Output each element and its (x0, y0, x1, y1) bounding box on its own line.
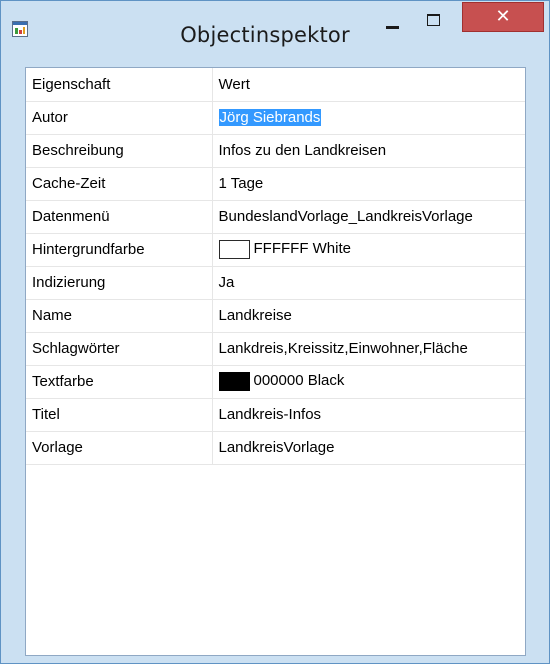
color-swatch-black[interactable] (218, 372, 250, 391)
property-value-field[interactable]: 000000 Black (212, 365, 525, 399)
property-name: Titel (26, 398, 213, 432)
property-value[interactable]: BundeslandVorlage_LandkreisVorlage (212, 200, 525, 234)
property-value[interactable]: Landkreis-Infos (212, 398, 525, 432)
selected-value-text[interactable]: Jörg Siebrands (218, 109, 322, 126)
property-value[interactable]: Landkreise (212, 299, 525, 333)
property-name: Cache-Zeit (26, 167, 213, 201)
minimize-button[interactable] (379, 9, 407, 37)
color-swatch-white[interactable] (218, 240, 250, 259)
property-row-datenmenue[interactable]: Datenmenü BundeslandVorlage_LandkreisVor… (26, 200, 525, 234)
property-row-schlagwoerter[interactable]: Schlagwörter Lankdreis,Kreissitz,Einwohn… (26, 332, 525, 366)
minimize-icon (386, 26, 399, 29)
property-grid: Eigenschaft Wert Autor Jörg Siebrands Be… (26, 68, 525, 465)
value-column-header: Wert (212, 68, 525, 102)
maximize-button[interactable] (421, 9, 449, 37)
property-name: Schlagwörter (26, 332, 213, 366)
property-row-titel[interactable]: Titel Landkreis-Infos (26, 398, 525, 432)
objectinspector-window: Objectinspektor ✕ Eigenschaft Wert Autor… (0, 0, 550, 664)
window-title-text: Objectinspektor (180, 23, 350, 47)
grid-header-row: Eigenschaft Wert (26, 68, 525, 102)
color-value-text: FFFFFF White (253, 240, 352, 257)
property-name: Vorlage (26, 431, 213, 465)
property-column-header: Eigenschaft (26, 68, 213, 102)
maximize-icon (427, 14, 440, 26)
property-name: Name (26, 299, 213, 333)
property-name: Indizierung (26, 266, 213, 300)
property-value-field[interactable]: FFFFFF White (212, 233, 525, 267)
property-value-field[interactable]: Jörg Siebrands (212, 101, 525, 135)
property-value[interactable]: Lankdreis,Kreissitz,Einwohner,Fläche (212, 332, 525, 366)
property-value[interactable]: Ja (212, 266, 525, 300)
property-grid-panel: Eigenschaft Wert Autor Jörg Siebrands Be… (25, 67, 526, 656)
property-value[interactable]: LandkreisVorlage (212, 431, 525, 465)
property-row-vorlage[interactable]: Vorlage LandkreisVorlage (26, 431, 525, 465)
close-button[interactable]: ✕ (462, 2, 544, 32)
close-icon: ✕ (495, 6, 511, 27)
property-name: Hintergrundfarbe (26, 233, 213, 267)
property-value[interactable]: 1 Tage (212, 167, 525, 201)
property-name: Beschreibung (26, 134, 213, 168)
property-row-beschreibung[interactable]: Beschreibung Infos zu den Landkreisen (26, 134, 525, 168)
property-row-cache-zeit[interactable]: Cache-Zeit 1 Tage (26, 167, 525, 201)
property-row-autor[interactable]: Autor Jörg Siebrands (26, 101, 525, 135)
title-bar[interactable]: Objectinspektor ✕ (1, 1, 549, 53)
color-value-text: 000000 Black (253, 372, 345, 389)
property-name: Autor (26, 101, 213, 135)
property-row-textfarbe[interactable]: Textfarbe 000000 Black (26, 365, 525, 399)
property-row-name[interactable]: Name Landkreise (26, 299, 525, 333)
property-name: Textfarbe (26, 365, 213, 399)
property-row-indizierung[interactable]: Indizierung Ja (26, 266, 525, 300)
property-row-hintergrundfarbe[interactable]: Hintergrundfarbe FFFFFF White (26, 233, 525, 267)
property-name: Datenmenü (26, 200, 213, 234)
property-value[interactable]: Infos zu den Landkreisen (212, 134, 525, 168)
